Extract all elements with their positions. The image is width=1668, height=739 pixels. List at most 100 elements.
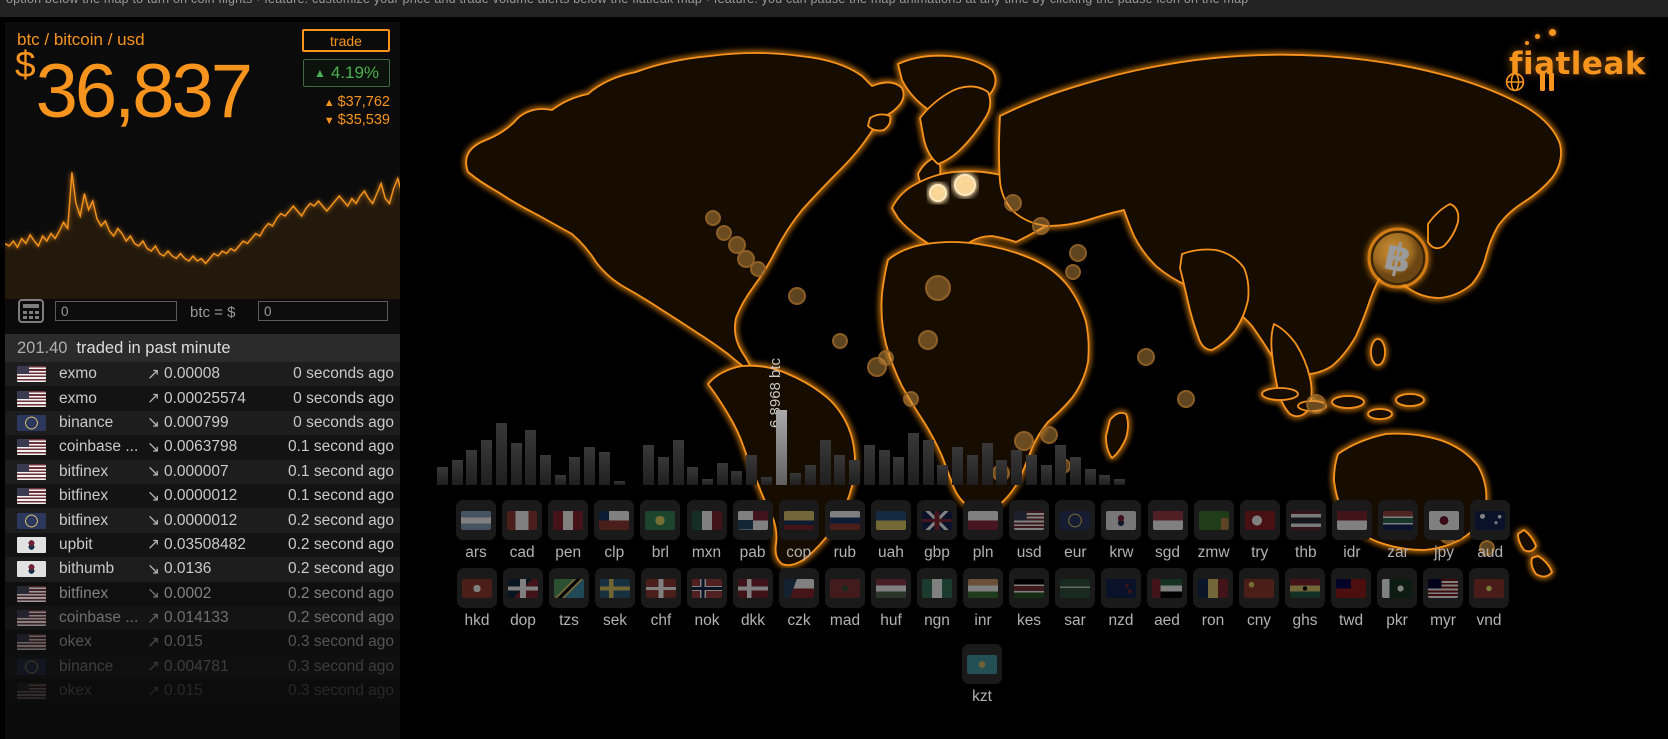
krw-flag-icon: [17, 537, 46, 553]
chf-flag-icon: [646, 579, 676, 598]
exchange-name[interactable]: bitfinex: [59, 585, 145, 603]
exchange-name[interactable]: bitfinex: [59, 463, 145, 481]
currency-tile-sar[interactable]: [1055, 568, 1095, 608]
currency-tile-thb[interactable]: [1286, 500, 1326, 540]
volume-bar: [673, 440, 684, 485]
usd-amount-input[interactable]: [258, 301, 388, 321]
currency-tile-kzt[interactable]: [962, 644, 1002, 684]
trade-row[interactable]: bithumb↘0.01360.2 second ago: [5, 557, 402, 581]
exchange-name[interactable]: binance: [59, 414, 145, 432]
currency-tile-dop[interactable]: [503, 568, 543, 608]
currency-tile-brl[interactable]: [640, 500, 680, 540]
currency-tile-huf[interactable]: [871, 568, 911, 608]
trade-row[interactable]: bitfinex↘0.00000120.1 second ago: [5, 484, 402, 508]
currency-tile-mad[interactable]: [825, 568, 865, 608]
currency-tile-aed[interactable]: [1147, 568, 1187, 608]
eur-flag-icon: [17, 415, 46, 431]
currency-tile-clp[interactable]: [594, 500, 634, 540]
krw-flag-icon: [1106, 511, 1136, 530]
trade-row[interactable]: exmo↗0.000255740 seconds ago: [5, 386, 402, 410]
arrow-down-right-icon: ↘: [145, 584, 162, 603]
trade-row[interactable]: okex↗0.0150.3 second ago: [5, 630, 402, 654]
currency-tile-dkk[interactable]: [733, 568, 773, 608]
currency-tile-hkd[interactable]: [457, 568, 497, 608]
volume-bar: [1070, 457, 1081, 485]
exchange-name[interactable]: exmo: [59, 390, 145, 408]
exchange-name[interactable]: bitfinex: [59, 512, 145, 530]
currency-tile-czk[interactable]: [779, 568, 819, 608]
exchange-name[interactable]: bitfinex: [59, 487, 145, 505]
pause-icon[interactable]: [1540, 72, 1555, 92]
trade-row[interactable]: bitfinex↘0.00020.2 second ago: [5, 582, 402, 606]
exchange-name[interactable]: coinbase ...: [59, 609, 145, 627]
currency-tile-mxn[interactable]: [687, 500, 727, 540]
currency-tile-ghs[interactable]: [1285, 568, 1325, 608]
trade-row[interactable]: binance↗0.0047810.3 second ago: [5, 655, 402, 679]
btc-amount-input[interactable]: [55, 301, 177, 321]
currency-tile-cop[interactable]: [779, 500, 819, 540]
volume-bar: [908, 433, 919, 485]
exchange-name[interactable]: bithumb: [59, 560, 145, 578]
trade-row[interactable]: exmo↗0.000080 seconds ago: [5, 362, 402, 386]
currency-tile-kes[interactable]: [1009, 568, 1049, 608]
trade-amount: 0.0063798: [164, 438, 237, 456]
exchange-name[interactable]: okex: [59, 682, 145, 700]
currency-tile-nzd[interactable]: [1101, 568, 1141, 608]
currency-tile-inr[interactable]: [963, 568, 1003, 608]
currency-tile-chf[interactable]: [641, 568, 681, 608]
change-percent-badge: ▲ 4.19%: [303, 59, 390, 87]
currency-tile-pen[interactable]: [548, 500, 588, 540]
currency-tile-uah[interactable]: [871, 500, 911, 540]
currency-tile-tzs[interactable]: [549, 568, 589, 608]
currency-tile-ars[interactable]: [456, 500, 496, 540]
currency-tile-gbp[interactable]: [917, 500, 957, 540]
currency-tile-myr[interactable]: [1423, 568, 1463, 608]
exchange-name[interactable]: binance: [59, 658, 145, 676]
currency-tile-usd[interactable]: [1009, 500, 1049, 540]
usd-flag-icon: [17, 634, 46, 650]
currency-tile-rub[interactable]: [825, 500, 865, 540]
volume-bar: [511, 443, 522, 485]
currency-tile-twd[interactable]: [1331, 568, 1371, 608]
currency-tile-zmw[interactable]: [1194, 500, 1234, 540]
trade-row[interactable]: bitfinex↘0.0000070.1 second ago: [5, 460, 402, 484]
trade-row[interactable]: okex↗0.0150.3 second ago: [5, 679, 402, 703]
trade-row[interactable]: binance↘0.0007990 seconds ago: [5, 411, 402, 435]
trade-amount: 0.00008: [164, 365, 220, 383]
currency-tile-sek[interactable]: [595, 568, 635, 608]
pab-flag-icon: [738, 511, 768, 530]
currency-tile-eur[interactable]: [1055, 500, 1095, 540]
currency-tile-cad[interactable]: [502, 500, 542, 540]
trade-row[interactable]: coinbase ...↗0.0141330.2 second ago: [5, 606, 402, 630]
currency-tile-pab[interactable]: [733, 500, 773, 540]
trade-row[interactable]: bitfinex↘0.00000120.2 second ago: [5, 508, 402, 532]
currency-tile-idr[interactable]: [1332, 500, 1372, 540]
exchange-name[interactable]: coinbase ...: [59, 438, 145, 456]
trade-time: 0.3 second ago: [288, 633, 394, 651]
currency-tile-nok[interactable]: [687, 568, 727, 608]
currency-tile-pln[interactable]: [963, 500, 1003, 540]
exchange-name[interactable]: exmo: [59, 365, 145, 383]
currency-tile-ron[interactable]: [1193, 568, 1233, 608]
currency-tile-pkr[interactable]: [1377, 568, 1417, 608]
currency-tile-cny[interactable]: [1239, 568, 1279, 608]
volume-bar: [702, 479, 713, 485]
trade-row[interactable]: coinbase ...↘0.00637980.1 second ago: [5, 435, 402, 459]
currency-tile-jpy[interactable]: [1424, 500, 1464, 540]
currency-tile-ngn[interactable]: [917, 568, 957, 608]
currency-tile-aud[interactable]: [1470, 500, 1510, 540]
exchange-name[interactable]: upbit: [59, 536, 145, 554]
currency-tile-sgd[interactable]: [1148, 500, 1188, 540]
trade-row[interactable]: upbit↗0.035084820.2 second ago: [5, 533, 402, 557]
currency-tile-try[interactable]: [1240, 500, 1280, 540]
aed-flag-icon: [1152, 579, 1182, 598]
currency-tile-zar[interactable]: [1378, 500, 1418, 540]
exchange-name[interactable]: okex: [59, 633, 145, 651]
volume-bar: [834, 455, 845, 485]
globe-icon[interactable]: [1505, 72, 1525, 92]
currency-tile-krw[interactable]: [1101, 500, 1141, 540]
trade-button[interactable]: trade: [302, 29, 390, 52]
currency-tile-vnd[interactable]: [1469, 568, 1509, 608]
logo-dot: [1549, 29, 1556, 36]
ghs-flag-icon: [1290, 579, 1320, 598]
